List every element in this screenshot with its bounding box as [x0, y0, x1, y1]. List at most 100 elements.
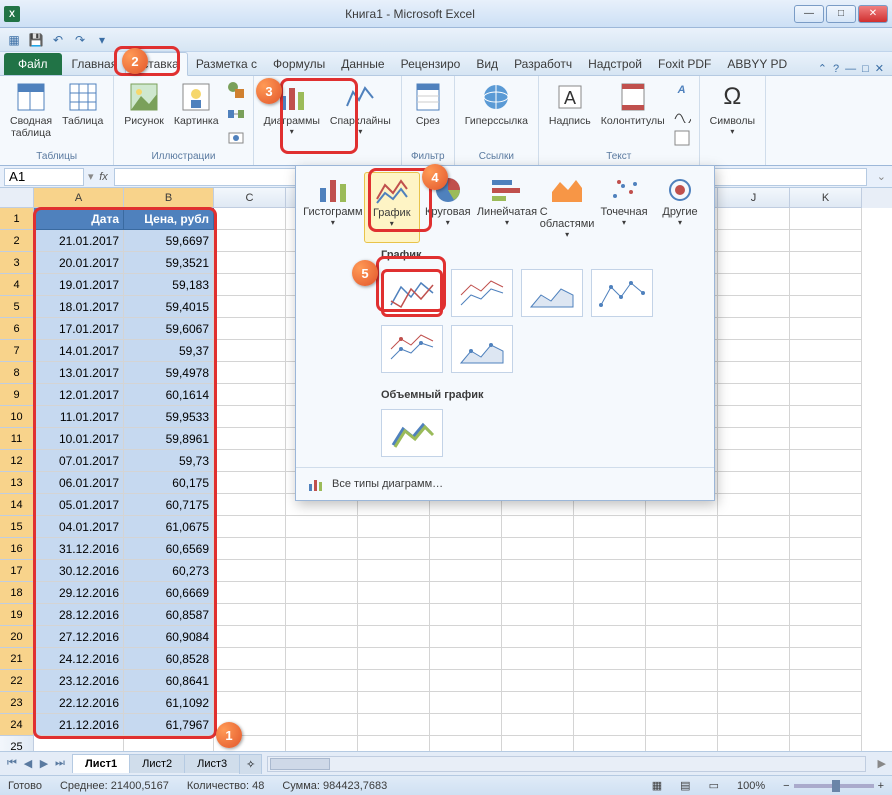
col-header-K[interactable]: K [790, 188, 862, 208]
cell-empty[interactable] [646, 582, 718, 604]
cell-date[interactable]: 07.01.2017 [34, 450, 124, 472]
cell-empty[interactable] [430, 692, 502, 714]
line-subtype-6[interactable] [451, 325, 513, 373]
cell-empty[interactable] [574, 604, 646, 626]
cell-date[interactable]: 20.01.2017 [34, 252, 124, 274]
cell-price[interactable]: 59,37 [124, 340, 214, 362]
tab-home[interactable]: Главная [64, 53, 126, 75]
cell-empty[interactable] [574, 736, 646, 751]
cell-empty[interactable] [358, 670, 430, 692]
cell-empty[interactable] [790, 208, 862, 230]
cell-empty[interactable] [214, 472, 286, 494]
cell-empty[interactable] [574, 582, 646, 604]
tab-file[interactable]: Файл [4, 53, 62, 75]
view-pagebreak-icon[interactable]: ▭ [709, 779, 719, 792]
cell-empty[interactable] [718, 340, 790, 362]
cell-empty[interactable] [718, 296, 790, 318]
cell-empty[interactable] [502, 626, 574, 648]
sheet-tab-3[interactable]: Лист3 [184, 754, 240, 773]
sheet-nav-next[interactable]: ▶ [36, 757, 52, 770]
cell-empty[interactable] [214, 516, 286, 538]
sheet-tab-1[interactable]: Лист1 [72, 754, 130, 773]
cell-empty[interactable] [718, 648, 790, 670]
cell-empty[interactable] [430, 714, 502, 736]
cell-empty[interactable] [430, 648, 502, 670]
cell-header-price[interactable]: Цена, рубл [124, 208, 214, 230]
cell-empty[interactable] [430, 604, 502, 626]
cell-empty[interactable] [358, 538, 430, 560]
cell-empty[interactable] [718, 692, 790, 714]
cell-empty[interactable] [718, 362, 790, 384]
textbox-button[interactable]: A Надпись [545, 79, 595, 129]
row-header[interactable]: 4 [0, 274, 34, 296]
cell-empty[interactable] [214, 538, 286, 560]
col-header-B[interactable]: B [124, 188, 214, 208]
cell-date[interactable]: 21.12.2016 [34, 714, 124, 736]
cell-empty[interactable] [718, 736, 790, 751]
cell-date[interactable]: 05.01.2017 [34, 494, 124, 516]
slicer-button[interactable]: Срез [408, 79, 448, 129]
tab-foxit[interactable]: Foxit PDF [650, 53, 719, 75]
cell-price[interactable]: 60,8641 [124, 670, 214, 692]
cell-empty[interactable] [790, 450, 862, 472]
cell-date[interactable]: 19.01.2017 [34, 274, 124, 296]
cell-empty[interactable] [358, 648, 430, 670]
cell-empty[interactable] [34, 736, 124, 751]
object-icon[interactable] [671, 127, 693, 149]
cell-empty[interactable] [214, 252, 286, 274]
cell-empty[interactable] [502, 560, 574, 582]
tab-abbyy[interactable]: ABBYY PD [719, 53, 795, 75]
chart-type-histogram[interactable]: Гистограмм▾ [302, 172, 364, 243]
col-header-J[interactable]: J [718, 188, 790, 208]
cell-empty[interactable] [358, 582, 430, 604]
cell-date[interactable]: 10.01.2017 [34, 428, 124, 450]
cell-empty[interactable] [790, 692, 862, 714]
zoom-out-icon[interactable]: − [783, 780, 789, 792]
cell-price[interactable]: 60,6569 [124, 538, 214, 560]
cell-empty[interactable] [286, 516, 358, 538]
view-layout-icon[interactable]: ▤ [680, 779, 690, 792]
cell-date[interactable]: 29.12.2016 [34, 582, 124, 604]
cell-empty[interactable] [790, 362, 862, 384]
scroll-right-icon[interactable]: ▶ [872, 757, 892, 770]
tab-data[interactable]: Данные [333, 53, 392, 75]
cell-empty[interactable] [790, 274, 862, 296]
formula-expand-icon[interactable]: ⌄ [871, 170, 892, 183]
cell-empty[interactable] [286, 736, 358, 751]
row-header[interactable]: 10 [0, 406, 34, 428]
view-normal-icon[interactable]: ▦ [652, 779, 662, 792]
cell-empty[interactable] [790, 582, 862, 604]
cell-date[interactable]: 12.01.2017 [34, 384, 124, 406]
cell-empty[interactable] [358, 714, 430, 736]
cell-empty[interactable] [502, 582, 574, 604]
cell-empty[interactable] [214, 692, 286, 714]
cell-empty[interactable] [790, 670, 862, 692]
symbol-button[interactable]: Ω Символы▾ [706, 79, 759, 138]
cell-empty[interactable] [214, 340, 286, 362]
row-header[interactable]: 9 [0, 384, 34, 406]
cell-empty[interactable] [718, 538, 790, 560]
cell-empty[interactable] [502, 670, 574, 692]
cell-empty[interactable] [358, 604, 430, 626]
clipart-button[interactable]: Картинка [170, 79, 223, 129]
cell-date[interactable]: 27.12.2016 [34, 626, 124, 648]
cell-empty[interactable] [286, 604, 358, 626]
cell-empty[interactable] [214, 648, 286, 670]
cell-empty[interactable] [574, 692, 646, 714]
row-header[interactable]: 12 [0, 450, 34, 472]
cell-empty[interactable] [214, 406, 286, 428]
horizontal-scrollbar[interactable] [267, 756, 865, 772]
row-header[interactable]: 7 [0, 340, 34, 362]
name-box[interactable] [4, 168, 84, 186]
cell-empty[interactable] [286, 670, 358, 692]
cell-price[interactable]: 61,0675 [124, 516, 214, 538]
cell-empty[interactable] [646, 692, 718, 714]
cell-header-date[interactable]: Дата [34, 208, 124, 230]
cell-date[interactable]: 11.01.2017 [34, 406, 124, 428]
cell-empty[interactable] [286, 538, 358, 560]
cell-empty[interactable] [214, 362, 286, 384]
cell-date[interactable]: 17.01.2017 [34, 318, 124, 340]
row-header[interactable]: 25 [0, 736, 34, 751]
cell-price[interactable]: 60,175 [124, 472, 214, 494]
row-header[interactable]: 24 [0, 714, 34, 736]
